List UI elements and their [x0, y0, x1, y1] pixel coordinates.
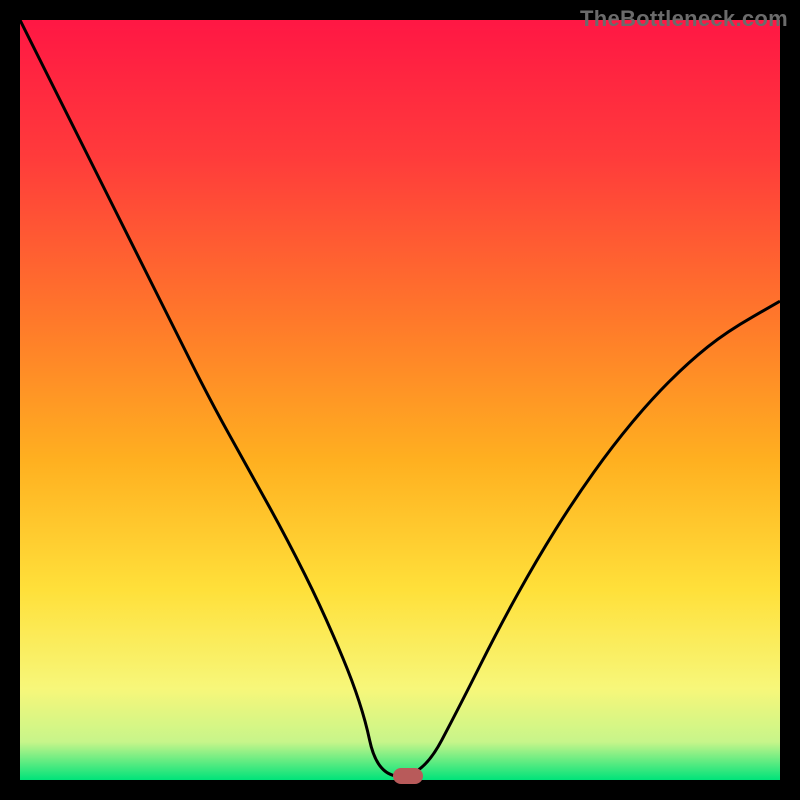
- plot-area: [20, 20, 780, 780]
- chart-svg: [20, 20, 780, 780]
- optimum-marker: [393, 768, 423, 784]
- chart-frame: TheBottleneck.com: [0, 0, 800, 800]
- watermark-text: TheBottleneck.com: [580, 6, 788, 32]
- gradient-background: [20, 20, 780, 780]
